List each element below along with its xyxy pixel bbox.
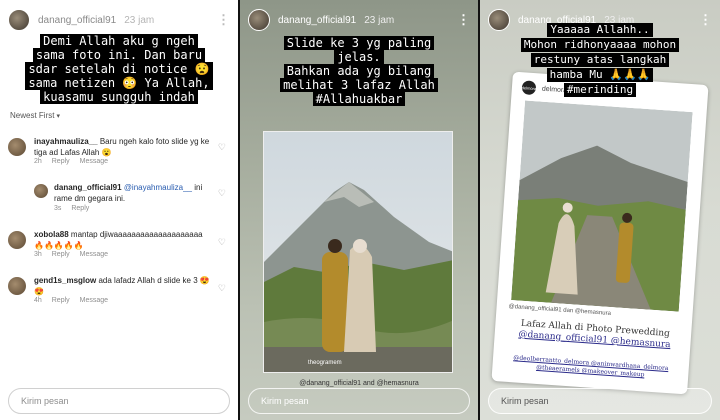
comment-text: xobola88 mantap djiwaaaaaaaaaaaaaaaaaaaa… [34, 229, 212, 251]
story-time: 23 jam [124, 14, 155, 26]
story-caption: Yaaaaa Allahh.. Mohon ridhonyaaaa mohon … [480, 22, 720, 97]
caption-line: sama foto ini. Dan baru [32, 48, 206, 62]
comment-username[interactable]: inayahmauliza__ [34, 137, 98, 146]
reply-button[interactable]: Reply [52, 251, 70, 258]
story-caption: Demi Allah aku g ngeh sama foto ini. Dan… [0, 34, 238, 104]
comment-username[interactable]: gend1s_msglow [34, 276, 96, 285]
story-caption: Slide ke 3 yg paling jelas. Bahkan ada y… [240, 36, 478, 106]
message-input[interactable]: Kirim pesan [248, 388, 470, 414]
caption-line: #Allahuakbar [312, 92, 406, 106]
comment-reply-item: danang_official91 @inayahmauliza__ ini r… [8, 182, 230, 216]
avatar[interactable] [248, 9, 270, 31]
caption-line: jelas. [334, 50, 384, 64]
prewedding-photo[interactable]: theogramem [263, 131, 453, 373]
caption-line: sdar setelah di notice 😧 [25, 62, 213, 76]
reply-button[interactable]: Reply [71, 205, 89, 212]
comment-age: 4h [34, 297, 42, 304]
sort-label: Newest First [10, 111, 55, 120]
story-username[interactable]: danang_official91 [278, 15, 356, 26]
message-button[interactable]: Message [80, 251, 108, 258]
reply-button[interactable]: Reply [52, 158, 70, 165]
heart-icon[interactable]: ♡ [218, 188, 226, 199]
avatar[interactable] [8, 277, 26, 295]
post-credits[interactable]: @deolberrantto_delmora @aninwardhana_del… [500, 353, 681, 382]
comment-age: 2h [34, 158, 42, 165]
tagged-users[interactable]: @danang_official91 and @hemasnura [240, 380, 478, 387]
comment-mention[interactable]: @inayahmauliza__ [124, 183, 192, 192]
message-placeholder: Kirim pesan [261, 396, 309, 406]
comment-meta: 3h Reply Message [34, 251, 116, 258]
message-button[interactable]: Message [80, 297, 108, 304]
comment-text: danang_official91 @inayahmauliza__ ini r… [54, 182, 212, 204]
comment-username[interactable]: danang_official91 [54, 183, 122, 192]
story-header: danang_official91 23 jam ⋮ [248, 8, 470, 32]
message-placeholder: Kirim pesan [501, 396, 549, 406]
mountain-photo-image [511, 100, 693, 312]
caption-line: Yaaaaa Allahh.. [547, 23, 653, 37]
shared-post-card[interactable]: delmora delmorattire @danang_official91 … [491, 71, 709, 395]
caption-line: sama netizen 😳 Ya Allah, [25, 76, 213, 90]
caption-line: Bahkan ada yg bilang [283, 64, 435, 78]
caption-line: #merinding [563, 83, 637, 97]
comment-item: inayahmauliza__ Baru ngeh kalo foto slid… [8, 136, 230, 170]
caption-line: Slide ke 3 yg paling [283, 36, 435, 50]
comment-text: inayahmauliza__ Baru ngeh kalo foto slid… [34, 136, 212, 158]
caption-line: Mohon ridhonyaaaa mohon [520, 38, 680, 52]
story-panel-3: danang_official91 23 jam ⋮ delmora delmo… [480, 0, 720, 420]
story-time: 23 jam [364, 14, 395, 26]
story-panel-2: danang_official91 23 jam ⋮ Slide ke 3 yg… [240, 0, 478, 420]
story-username[interactable]: danang_official91 [38, 15, 116, 26]
comment-item: gend1s_msglow ada lafadz Allah d slide k… [8, 275, 230, 309]
comment-meta: 3s Reply [54, 205, 97, 212]
comment-age: 3h [34, 251, 42, 258]
caption-line: Demi Allah aku g ngeh [40, 34, 198, 48]
more-options-icon[interactable]: ⋮ [457, 12, 470, 28]
avatar[interactable] [8, 9, 30, 31]
photo-watermark: theogramem [308, 360, 342, 366]
heart-icon[interactable]: ♡ [218, 283, 226, 294]
mountain-photo-image [264, 132, 452, 372]
message-placeholder: Kirim pesan [21, 396, 69, 406]
comment-age: 3s [54, 205, 62, 212]
message-input[interactable]: Kirim pesan [8, 388, 230, 414]
sort-selector[interactable]: Newest First ▾ [10, 111, 60, 120]
caption-line: kuasamu sungguh indah [40, 90, 198, 104]
comment-meta: 4h Reply Message [34, 297, 116, 304]
story-panel-1: danang_official91 23 jam ⋮ Demi Allah ak… [0, 0, 238, 420]
caption-line: restuny atas langkah [530, 53, 670, 67]
reply-button[interactable]: Reply [52, 297, 70, 304]
message-input[interactable]: Kirim pesan [488, 388, 712, 414]
comment-text: gend1s_msglow ada lafadz Allah d slide k… [34, 275, 212, 297]
caption-line: hamba Mu 🙏🙏🙏 [546, 68, 654, 82]
caption-line: melihat 3 lafaz Allah [280, 78, 438, 92]
post-caption: Lafaz Allah di Photo Prewedding @danang_… [508, 318, 681, 352]
post-photo[interactable] [511, 100, 693, 312]
comment-username[interactable]: xobola88 [34, 230, 69, 239]
chevron-down-icon: ▾ [56, 113, 60, 120]
comment-item: xobola88 mantap djiwaaaaaaaaaaaaaaaaaaaa… [8, 229, 230, 263]
heart-icon[interactable]: ♡ [218, 142, 226, 153]
avatar[interactable] [34, 184, 48, 198]
more-options-icon[interactable]: ⋮ [217, 12, 230, 28]
comment-meta: 2h Reply Message [34, 158, 116, 165]
avatar[interactable] [8, 231, 26, 249]
story-header: danang_official91 23 jam ⋮ [8, 8, 230, 32]
message-button[interactable]: Message [80, 158, 108, 165]
heart-icon[interactable]: ♡ [218, 237, 226, 248]
avatar[interactable] [8, 138, 26, 156]
